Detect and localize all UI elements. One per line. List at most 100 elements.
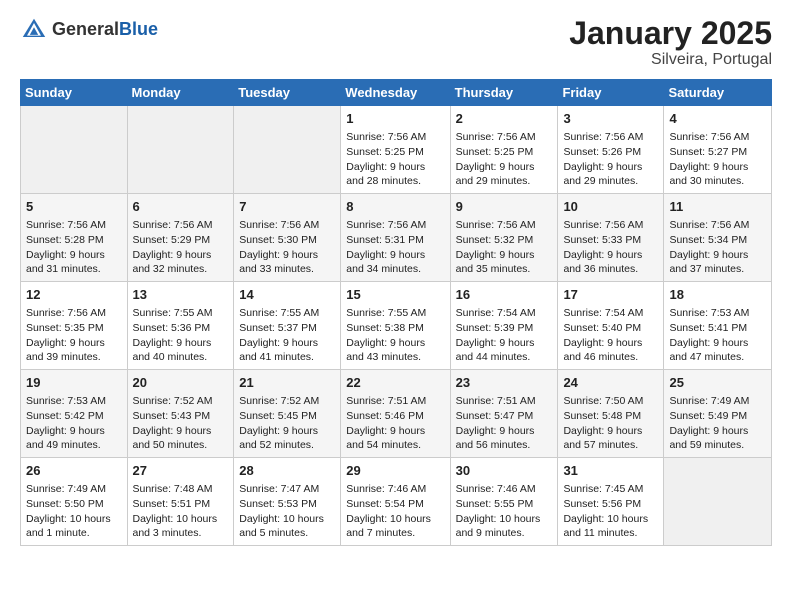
- sunrise-text: Sunrise: 7:56 AM: [669, 130, 766, 145]
- calendar-cell: 20Sunrise: 7:52 AMSunset: 5:43 PMDayligh…: [127, 370, 234, 458]
- day-number: 8: [346, 198, 444, 216]
- daylight-text: Daylight: 9 hours and 29 minutes.: [563, 160, 658, 189]
- sunset-text: Sunset: 5:25 PM: [456, 145, 553, 160]
- sunrise-text: Sunrise: 7:47 AM: [239, 482, 335, 497]
- sunrise-text: Sunrise: 7:56 AM: [456, 218, 553, 233]
- day-number: 30: [456, 462, 553, 480]
- calendar-cell: 31Sunrise: 7:45 AMSunset: 5:56 PMDayligh…: [558, 457, 664, 545]
- title-block: January 2025 Silveira, Portugal: [569, 16, 772, 69]
- sunrise-text: Sunrise: 7:54 AM: [563, 306, 658, 321]
- daylight-text: Daylight: 9 hours and 36 minutes.: [563, 248, 658, 277]
- sunset-text: Sunset: 5:38 PM: [346, 321, 444, 336]
- calendar-cell: 14Sunrise: 7:55 AMSunset: 5:37 PMDayligh…: [234, 282, 341, 370]
- sunset-text: Sunset: 5:41 PM: [669, 321, 766, 336]
- day-number: 6: [133, 198, 229, 216]
- sunset-text: Sunset: 5:25 PM: [346, 145, 444, 160]
- daylight-text: Daylight: 9 hours and 46 minutes.: [563, 336, 658, 365]
- daylight-text: Daylight: 9 hours and 56 minutes.: [456, 424, 553, 453]
- daylight-text: Daylight: 9 hours and 33 minutes.: [239, 248, 335, 277]
- sunrise-text: Sunrise: 7:56 AM: [346, 130, 444, 145]
- calendar-cell: 17Sunrise: 7:54 AMSunset: 5:40 PMDayligh…: [558, 282, 664, 370]
- day-number: 2: [456, 110, 553, 128]
- sunset-text: Sunset: 5:42 PM: [26, 409, 122, 424]
- calendar-cell: 18Sunrise: 7:53 AMSunset: 5:41 PMDayligh…: [664, 282, 772, 370]
- calendar-cell: 19 Sunrise: 7:53 AMSunset: 5:42 PMDayligh…: [21, 370, 128, 458]
- sunrise-text: Sunrise: 7:56 AM: [669, 218, 766, 233]
- day-number: 24: [563, 374, 658, 392]
- calendar-cell: 27Sunrise: 7:48 AMSunset: 5:51 PMDayligh…: [127, 457, 234, 545]
- sunset-text: Sunset: 5:32 PM: [456, 233, 553, 248]
- sunrise-text: Sunrise: 7:55 AM: [346, 306, 444, 321]
- calendar-cell: 7Sunrise: 7:56 AMSunset: 5:30 PMDaylight…: [234, 194, 341, 282]
- calendar-cell: 6Sunrise: 7:56 AMSunset: 5:29 PMDaylight…: [127, 194, 234, 282]
- day-number: 18: [669, 286, 766, 304]
- sunset-text: Sunset: 5:35 PM: [26, 321, 122, 336]
- calendar-cell: 13Sunrise: 7:55 AMSunset: 5:36 PMDayligh…: [127, 282, 234, 370]
- sunrise-text: Sunrise: 7:53 AM: [26, 394, 122, 409]
- calendar-cell: 28Sunrise: 7:47 AMSunset: 5:53 PMDayligh…: [234, 457, 341, 545]
- sunset-text: Sunset: 5:55 PM: [456, 497, 553, 512]
- sunrise-text: Sunrise: 7:56 AM: [456, 130, 553, 145]
- sunrise-text: Sunrise: 7:56 AM: [563, 130, 658, 145]
- calendar-week-row: 1Sunrise: 7:56 AMSunset: 5:25 PMDaylight…: [21, 106, 772, 194]
- sunset-text: Sunset: 5:27 PM: [669, 145, 766, 160]
- logo-general: GeneralBlue: [52, 20, 158, 40]
- sunset-text: Sunset: 5:53 PM: [239, 497, 335, 512]
- daylight-text: Daylight: 9 hours and 29 minutes.: [456, 160, 553, 189]
- day-number: 31: [563, 462, 658, 480]
- calendar-cell: 4Sunrise: 7:56 AMSunset: 5:27 PMDaylight…: [664, 106, 772, 194]
- calendar-cell: 10Sunrise: 7:56 AMSunset: 5:33 PMDayligh…: [558, 194, 664, 282]
- daylight-text: Daylight: 9 hours and 54 minutes.: [346, 424, 444, 453]
- daylight-text: Daylight: 9 hours and 40 minutes.: [133, 336, 229, 365]
- day-number: 16: [456, 286, 553, 304]
- daylight-text: Daylight: 9 hours and 37 minutes.: [669, 248, 766, 277]
- sunset-text: Sunset: 5:49 PM: [669, 409, 766, 424]
- day-number: 27: [133, 462, 229, 480]
- sunset-text: Sunset: 5:51 PM: [133, 497, 229, 512]
- day-number: 4: [669, 110, 766, 128]
- col-wednesday: Wednesday: [341, 80, 450, 106]
- sunset-text: Sunset: 5:46 PM: [346, 409, 444, 424]
- sunrise-text: Sunrise: 7:56 AM: [26, 218, 122, 233]
- daylight-text: Daylight: 9 hours and 47 minutes.: [669, 336, 766, 365]
- calendar-cell: 30 Sunrise: 7:46 AMSunset: 5:55 PMDayligh…: [450, 457, 558, 545]
- sunset-text: Sunset: 5:36 PM: [133, 321, 229, 336]
- day-number: 19: [26, 374, 122, 392]
- calendar-week-row: 12Sunrise: 7:56 AMSunset: 5:35 PMDayligh…: [21, 282, 772, 370]
- sunrise-text: Sunrise: 7:51 AM: [456, 394, 553, 409]
- daylight-text: Daylight: 9 hours and 32 minutes.: [133, 248, 229, 277]
- sunrise-text: Sunrise: 7:46 AM: [456, 482, 553, 497]
- daylight-text: Daylight: 9 hours and 49 minutes.: [26, 424, 122, 453]
- sunrise-text: Sunrise: 7:46 AM: [346, 482, 444, 497]
- day-number: 22: [346, 374, 444, 392]
- calendar-cell: 12Sunrise: 7:56 AMSunset: 5:35 PMDayligh…: [21, 282, 128, 370]
- sunrise-text: Sunrise: 7:56 AM: [563, 218, 658, 233]
- sunrise-text: Sunrise: 7:49 AM: [669, 394, 766, 409]
- sunrise-text: Sunrise: 7:50 AM: [563, 394, 658, 409]
- day-number: 1: [346, 110, 444, 128]
- daylight-text: Daylight: 9 hours and 34 minutes.: [346, 248, 444, 277]
- sunrise-text: Sunrise: 7:56 AM: [26, 306, 122, 321]
- daylight-text: Daylight: 9 hours and 50 minutes.: [133, 424, 229, 453]
- daylight-text: Daylight: 10 hours and 1 minute.: [26, 512, 122, 541]
- calendar-cell: 9Sunrise: 7:56 AMSunset: 5:32 PMDaylight…: [450, 194, 558, 282]
- sunset-text: Sunset: 5:39 PM: [456, 321, 553, 336]
- day-number: 5: [26, 198, 122, 216]
- calendar-week-row: 5Sunrise: 7:56 AMSunset: 5:28 PMDaylight…: [21, 194, 772, 282]
- daylight-text: Daylight: 9 hours and 35 minutes.: [456, 248, 553, 277]
- day-number: 20: [133, 374, 229, 392]
- calendar-cell: 23Sunrise: 7:51 AMSunset: 5:47 PMDayligh…: [450, 370, 558, 458]
- calendar-week-row: 26Sunrise: 7:49 AMSunset: 5:50 PMDayligh…: [21, 457, 772, 545]
- sunrise-text: Sunrise: 7:56 AM: [239, 218, 335, 233]
- daylight-text: Daylight: 9 hours and 31 minutes.: [26, 248, 122, 277]
- calendar-cell: [234, 106, 341, 194]
- daylight-text: Daylight: 9 hours and 43 minutes.: [346, 336, 444, 365]
- day-number: 23: [456, 374, 553, 392]
- sunrise-text: Sunrise: 7:45 AM: [563, 482, 658, 497]
- sunset-text: Sunset: 5:54 PM: [346, 497, 444, 512]
- sunset-text: Sunset: 5:33 PM: [563, 233, 658, 248]
- calendar-cell: 16Sunrise: 7:54 AMSunset: 5:39 PMDayligh…: [450, 282, 558, 370]
- page-container: GeneralBlue January 2025 Silveira, Portu…: [0, 0, 792, 556]
- daylight-text: Daylight: 10 hours and 9 minutes.: [456, 512, 553, 541]
- sunrise-text: Sunrise: 7:52 AM: [133, 394, 229, 409]
